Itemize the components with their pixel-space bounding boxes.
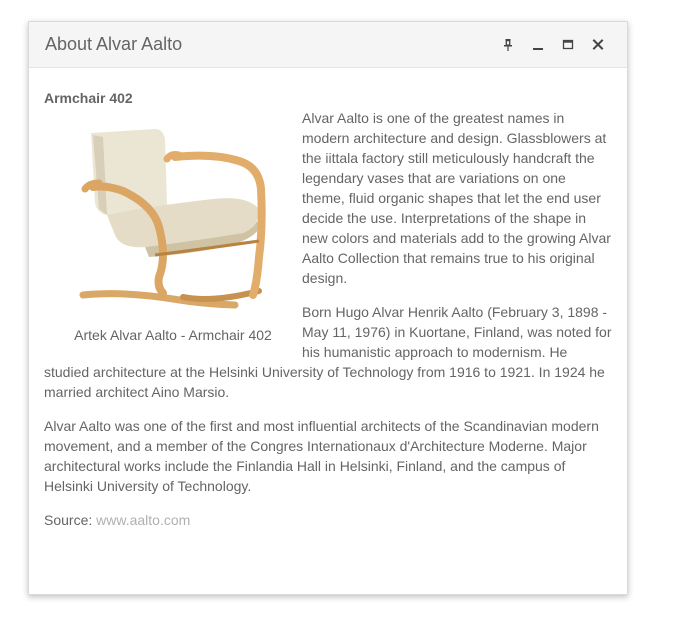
armchair-image [79,129,266,309]
article-heading: Armchair 402 [44,90,133,106]
close-icon[interactable] [583,36,613,54]
source-label: Source: [44,512,93,528]
window-content: Armchair 402 Artek Alvar Aalto - Armchai… [29,68,627,530]
source-link[interactable]: www.aalto.com [96,512,190,528]
window-titlebar[interactable]: About Alvar Aalto [29,22,627,68]
window-actions [493,36,613,54]
maximize-icon[interactable] [553,36,583,54]
minimize-icon[interactable] [523,36,553,54]
pin-icon[interactable] [493,36,523,54]
image-caption: Artek Alvar Aalto - Armchair 402 [74,327,272,343]
article-paragraph: Alvar Aalto was one of the first and mos… [44,418,599,494]
product-figure: Artek Alvar Aalto - Armchair 402 [44,109,302,345]
source-line: Source: www.aalto.com [44,510,612,530]
about-window: About Alvar Aalto Armchair 402 Artek Alv… [28,21,628,595]
window-title: About Alvar Aalto [45,34,183,54]
